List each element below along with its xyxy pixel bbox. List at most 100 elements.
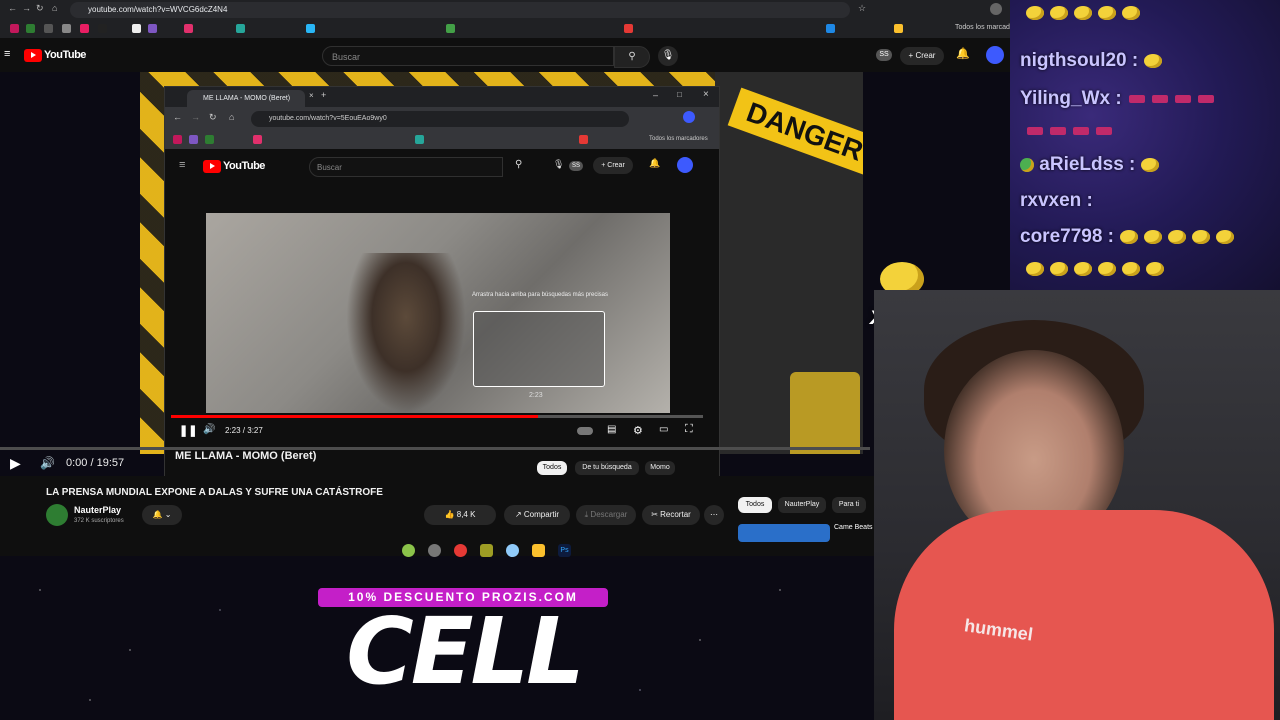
photoshop-icon[interactable]: Ps (558, 544, 571, 557)
subscription-bell-button[interactable]: 🔔 ⌄ (142, 505, 182, 525)
forward-icon[interactable]: → (22, 3, 31, 13)
chat-line-continued (1020, 258, 1164, 280)
theater-mode-icon[interactable]: ▭ (659, 424, 668, 435)
settings-gear-icon[interactable]: ⚙ (633, 424, 643, 437)
volume-icon[interactable]: 🔊 (40, 456, 55, 470)
create-button[interactable]: + Crear (900, 47, 944, 65)
bookmark-icon[interactable] (189, 135, 198, 144)
bookmark-icon[interactable] (894, 24, 903, 33)
bookmark-icon[interactable] (826, 24, 835, 33)
app-icon[interactable] (480, 544, 493, 557)
search-button[interactable]: ⚲ (614, 46, 650, 68)
menu-icon[interactable]: ≡ (4, 48, 10, 60)
chrome-icon[interactable] (454, 544, 467, 557)
back-icon[interactable]: ← (173, 112, 182, 122)
folder-icon[interactable] (532, 544, 545, 557)
youtube-logo-icon[interactable] (203, 160, 221, 173)
mic-icon[interactable]: 🎙 (658, 46, 678, 66)
webcam-feed: hummel (874, 290, 1280, 720)
ss-badge[interactable]: SS (876, 49, 892, 61)
inner-address-bar[interactable]: youtube.com/watch?v=5EouEAo9wy0 (251, 111, 629, 127)
new-tab-icon[interactable]: + (321, 90, 326, 100)
address-bar[interactable]: youtube.com/watch?v=WVCG6dcZ4N4 (70, 2, 850, 18)
side-video-title[interactable]: Came Beats Portugal 0 (834, 524, 878, 531)
search-icon[interactable]: ⚲ (515, 159, 522, 170)
download-label: Descargar (590, 510, 628, 519)
pause-icon[interactable]: ❚❚ (179, 424, 197, 437)
notifications-bell-icon[interactable]: 🔔 (649, 158, 660, 169)
avatar[interactable] (677, 157, 693, 173)
bookmark-icon[interactable] (415, 135, 424, 144)
avatar[interactable] (986, 46, 1004, 64)
chat-line: Yiling_Wx : (1020, 88, 1214, 110)
fullscreen-icon[interactable]: ⛶ (685, 423, 693, 436)
inner-tab[interactable]: ME LLAMA - MOMO (Beret) (187, 90, 305, 107)
outer-progress-bar[interactable] (0, 447, 870, 450)
bookmark-icon[interactable] (80, 24, 89, 33)
create-button[interactable]: + Crear (593, 157, 633, 174)
maximize-icon[interactable]: □ (677, 90, 682, 99)
bookmark-icon[interactable] (253, 135, 262, 144)
seek-preview-time: 2:23 (529, 392, 543, 399)
reload-icon[interactable]: ↻ (36, 3, 44, 14)
bookmark-icon[interactable] (148, 24, 157, 33)
bookmark-icon[interactable] (236, 24, 245, 33)
close-window-icon[interactable]: × (703, 89, 709, 100)
more-options-icon[interactable]: ⋯ (704, 505, 724, 525)
menu-icon[interactable]: ≡ (179, 159, 185, 171)
download-button[interactable]: ⤓ Descargar (576, 505, 636, 525)
search-input[interactable]: Buscar (309, 157, 503, 177)
autoplay-toggle[interactable] (577, 427, 593, 435)
notifications-bell-icon[interactable]: 🔔 (956, 47, 970, 60)
home-icon[interactable]: ⌂ (52, 3, 57, 13)
ss-badge[interactable]: SS (569, 161, 583, 171)
like-button[interactable]: 👍 8,4 K (424, 505, 496, 525)
bookmark-icon[interactable] (10, 24, 19, 33)
share-button[interactable]: ↗ Compartir (504, 505, 570, 525)
play-icon[interactable]: ▶ (10, 455, 21, 472)
all-bookmarks-link[interactable]: Todos los marcadores (649, 136, 708, 142)
bookmark-star-icon[interactable]: ☆ (858, 3, 866, 14)
bookmark-icon[interactable] (26, 24, 35, 33)
app-icon[interactable] (402, 544, 415, 557)
bookmark-icon[interactable] (44, 24, 53, 33)
bookmark-icon[interactable] (62, 24, 71, 33)
search-input[interactable]: Buscar (322, 46, 614, 66)
bookmark-icon[interactable] (132, 24, 141, 33)
bookmark-icon[interactable] (173, 135, 182, 144)
chip-for-you[interactable]: Para ti (832, 497, 866, 513)
bookmark-icon[interactable] (446, 24, 455, 33)
chip-all[interactable]: Todos (738, 497, 772, 513)
bookmark-icon[interactable] (579, 135, 588, 144)
inner-progress-bar[interactable] (171, 415, 703, 418)
channel-avatar[interactable] (46, 504, 68, 526)
volume-icon[interactable]: 🔊 (203, 424, 215, 435)
reload-icon[interactable]: ↻ (209, 112, 217, 123)
bookmark-icon[interactable] (98, 24, 107, 33)
clip-button[interactable]: ✂ Recortar (642, 505, 700, 525)
close-tab-icon[interactable]: × (309, 91, 314, 100)
chat-line: aRieLdss : (1020, 154, 1160, 176)
channel-name[interactable]: NauterPlay (74, 505, 121, 515)
app-icon[interactable] (506, 544, 519, 557)
taskbar: Ps (394, 542, 580, 560)
bookmark-icon[interactable] (306, 24, 315, 33)
youtube-logo-icon[interactable] (24, 49, 42, 62)
bookmark-icon[interactable] (624, 24, 633, 33)
app-icon[interactable] (428, 544, 441, 557)
inner-browser-window[interactable]: ME LLAMA - MOMO (Beret) × + – □ × ← → ↻ … (164, 86, 720, 478)
bookmark-icon[interactable] (184, 24, 193, 33)
home-icon[interactable]: ⌂ (229, 112, 234, 122)
mic-icon[interactable]: 🎙 (553, 159, 564, 170)
bookmark-icon[interactable] (205, 135, 214, 144)
subtitles-icon[interactable]: ▤ (607, 424, 616, 435)
youtube-logo-text: YouTube (44, 49, 86, 61)
profile-icon[interactable] (683, 111, 695, 123)
chat-line-continued (1020, 120, 1112, 142)
back-icon[interactable]: ← (8, 3, 17, 13)
profile-icon[interactable] (990, 3, 1002, 15)
minimize-icon[interactable]: – (653, 90, 658, 100)
chip-nauterplay[interactable]: NauterPlay (778, 497, 826, 513)
side-video-thumbnail[interactable] (738, 524, 830, 542)
forward-icon[interactable]: → (191, 112, 200, 122)
